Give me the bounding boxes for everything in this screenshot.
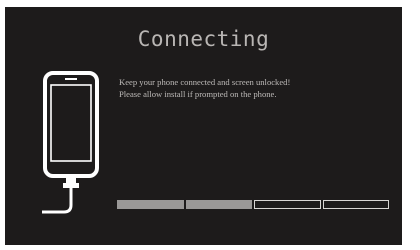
instruction-line-1: Keep your phone connected and screen unl… — [119, 77, 291, 87]
instruction-line-2: Please allow install if prompted on the … — [119, 89, 277, 99]
progress-segment-complete — [185, 200, 252, 209]
phone-with-cable-icon — [42, 71, 99, 214]
page-title: Connecting — [137, 27, 270, 51]
progress-segment-pending — [254, 200, 321, 209]
progress-bar — [117, 200, 389, 209]
progress-segment-complete — [117, 200, 184, 209]
connecting-screen: Connecting Keep your phone connected and… — [5, 7, 402, 245]
progress-segment-pending — [322, 200, 389, 209]
